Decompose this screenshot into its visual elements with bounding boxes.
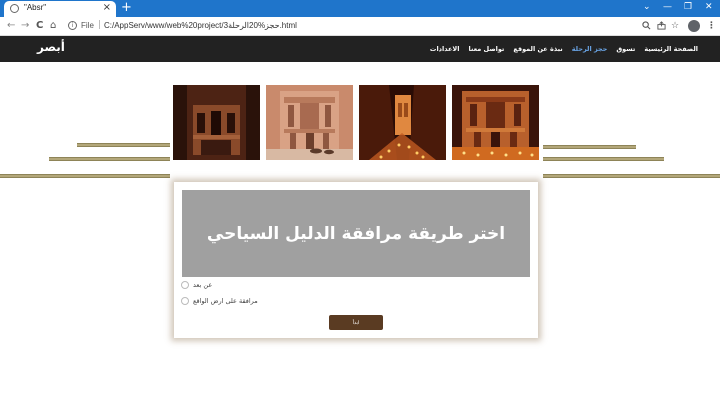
gallery-image-petra-candles xyxy=(359,85,446,160)
decorative-line xyxy=(543,174,720,178)
nav-about[interactable]: نبذة عن الموقع xyxy=(513,45,562,53)
url-text[interactable]: C:/AppServ/www/web%20project/3حجز%20الرح… xyxy=(104,21,297,30)
radio-remote[interactable] xyxy=(181,280,189,289)
gallery-image-petra-day xyxy=(266,85,353,160)
nav-book-trip[interactable]: حجز الرحلة xyxy=(572,45,608,53)
reload-icon[interactable]: C xyxy=(36,20,43,32)
back-icon[interactable]: ← xyxy=(7,20,15,32)
nav-contact[interactable]: تواصل معنا xyxy=(469,45,505,53)
forward-icon[interactable]: → xyxy=(21,20,29,32)
globe-icon xyxy=(10,4,19,13)
url-separator: | xyxy=(98,20,102,30)
card-title: اختر طريقة مرافقة الدليل السياحي xyxy=(206,223,506,244)
maximize-icon[interactable]: ❐ xyxy=(684,2,692,12)
tab-title: "Absr" xyxy=(24,3,47,12)
option-onsite[interactable]: مرافقة على ارض الواقع xyxy=(181,295,258,306)
option-remote-label: عن بعد xyxy=(193,280,213,289)
star-icon[interactable]: ☆ xyxy=(671,21,679,31)
home-icon[interactable]: ⌂ xyxy=(50,20,56,32)
decorative-line xyxy=(543,145,636,149)
site-header: أبصر الصفحة الرئيسية تسوق حجز الرحلة نبذ… xyxy=(0,36,720,62)
browser-toolbar: ← → C ⌂ i File | C:/AppServ/www/web%20pr… xyxy=(0,17,720,36)
start-button[interactable]: ابدأ xyxy=(329,315,383,330)
minimize-icon[interactable]: — xyxy=(663,2,672,12)
tab-search-icon[interactable]: ⌄ xyxy=(643,2,651,12)
site-logo[interactable]: أبصر xyxy=(37,40,65,54)
decorative-line xyxy=(0,174,170,178)
nav-home[interactable]: الصفحة الرئيسية xyxy=(644,45,698,53)
decorative-line xyxy=(543,157,664,161)
nav-shop[interactable]: تسوق xyxy=(616,45,635,53)
gallery-image-petra-candlelight xyxy=(452,85,539,160)
radio-onsite[interactable] xyxy=(181,296,189,305)
info-icon[interactable]: i xyxy=(68,21,77,30)
browser-tab[interactable]: "Absr" × xyxy=(4,1,116,17)
guide-selection-card: اختر طريقة مرافقة الدليل السياحي عن بعد … xyxy=(174,182,538,338)
nav-settings[interactable]: الاعدادات xyxy=(430,45,460,53)
option-onsite-label: مرافقة على ارض الواقع xyxy=(193,296,258,305)
main-nav: الصفحة الرئيسية تسوق حجز الرحلة نبذة عن … xyxy=(430,36,698,62)
gallery-image-petra-night xyxy=(173,85,260,160)
search-icon[interactable] xyxy=(642,21,651,33)
menu-icon[interactable]: ⋮ xyxy=(707,21,716,31)
profile-icon[interactable] xyxy=(688,20,700,32)
new-tab-button[interactable]: + xyxy=(121,0,132,16)
file-label: File xyxy=(81,21,94,30)
share-icon[interactable] xyxy=(657,21,666,33)
card-banner: اختر طريقة مرافقة الدليل السياحي xyxy=(182,190,530,277)
address-bar[interactable]: i File | C:/AppServ/www/web%20project/3ح… xyxy=(60,19,640,34)
browser-tab-strip: "Absr" × + ⌄ — ❐ ✕ xyxy=(0,0,720,17)
decorative-line xyxy=(77,143,170,147)
close-window-icon[interactable]: ✕ xyxy=(705,2,713,12)
close-tab-icon[interactable]: × xyxy=(103,2,111,13)
decorative-line xyxy=(49,157,170,161)
option-remote[interactable]: عن بعد xyxy=(181,279,212,290)
